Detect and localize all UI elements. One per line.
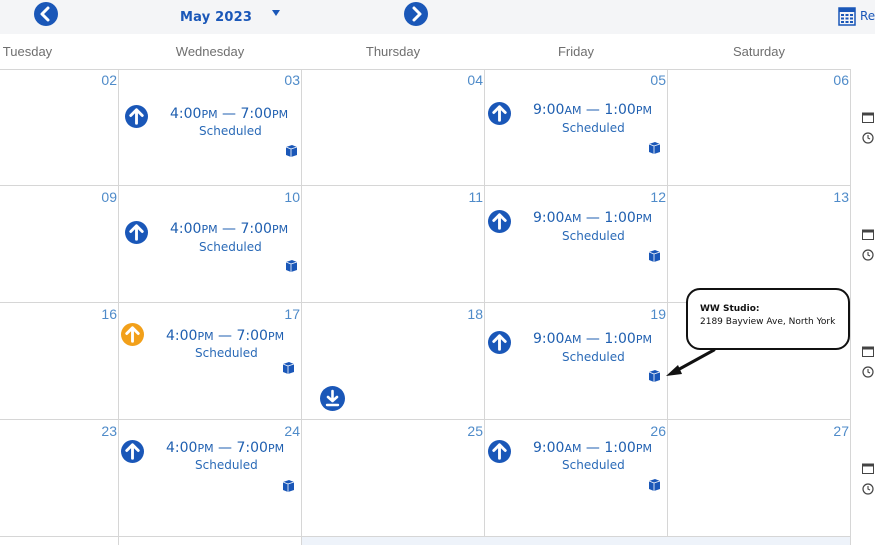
date-number: 11: [468, 189, 483, 205]
location-icon[interactable]: [648, 478, 661, 491]
location-icon[interactable]: [285, 144, 298, 157]
location-callout: WW Studio: 2189 Bayview Ave, North York: [686, 288, 850, 350]
event-time[interactable]: 4:00PM — 7:00PM: [166, 440, 284, 456]
event-status: Scheduled: [199, 124, 262, 138]
caret-down-icon: [272, 10, 280, 16]
event-status-button-warning[interactable]: [121, 323, 144, 346]
day-name-wednesday: Wednesday: [175, 44, 245, 59]
date-number: 12: [650, 189, 666, 205]
event-status-button[interactable]: [125, 221, 148, 244]
calendar-icon: [862, 112, 874, 123]
grid-line: [118, 69, 119, 545]
location-icon[interactable]: [285, 259, 298, 272]
top-right-label: Re: [860, 9, 875, 23]
event-status-button[interactable]: [488, 440, 511, 463]
next-month-button[interactable]: [404, 2, 428, 26]
calendar-icon: [862, 229, 874, 240]
arrow-up-icon: [129, 224, 144, 241]
clock-icon: [862, 249, 874, 261]
date-number: 26: [650, 423, 666, 439]
calendar-icon: [862, 463, 874, 474]
arrow-up-icon: [129, 108, 144, 125]
callout-address: 2189 Bayview Ave, North York: [700, 317, 836, 327]
clock-icon: [862, 483, 874, 495]
arrow-up-icon: [492, 443, 507, 460]
chevron-right-icon: [412, 6, 422, 22]
day-name-tuesday: Tuesday: [2, 44, 53, 59]
callout-title: WW Studio:: [700, 304, 760, 314]
next-week-row: [302, 537, 850, 545]
arrow-up-icon: [492, 105, 507, 122]
event-status: Scheduled: [199, 240, 262, 254]
calendar-icon: [862, 346, 874, 357]
chevron-left-icon: [40, 6, 50, 22]
date-number: 25: [467, 423, 483, 439]
grid-line: [0, 185, 850, 186]
location-icon[interactable]: [282, 479, 295, 492]
clock-icon: [862, 132, 874, 144]
grid-line: [667, 69, 668, 545]
calendar-grid-icon: [838, 7, 856, 26]
event-status: Scheduled: [562, 121, 625, 135]
grid-line: [850, 69, 851, 545]
date-number: 04: [467, 72, 483, 88]
date-number: 10: [284, 189, 300, 205]
event-status-button[interactable]: [125, 105, 148, 128]
download-button[interactable]: [320, 386, 345, 411]
date-number: 24: [284, 423, 300, 439]
grid-line: [301, 69, 302, 545]
arrow-up-icon: [125, 443, 140, 460]
arrow-up-icon: [125, 326, 140, 343]
event-status: Scheduled: [195, 346, 258, 360]
location-icon[interactable]: [648, 249, 661, 262]
event-status-button[interactable]: [121, 440, 144, 463]
arrow-up-icon: [492, 213, 507, 230]
clock-icon: [862, 366, 874, 378]
date-number: 06: [833, 72, 849, 88]
event-time[interactable]: 4:00PM — 7:00PM: [166, 328, 284, 344]
location-icon[interactable]: [282, 361, 295, 374]
date-number: 13: [833, 189, 849, 205]
grid-line: [0, 69, 850, 70]
event-time[interactable]: 9:00AM — 1:00PM: [533, 331, 652, 347]
event-time[interactable]: 9:00AM — 1:00PM: [533, 210, 652, 226]
date-number: 17: [284, 306, 300, 322]
event-status: Scheduled: [195, 458, 258, 472]
date-number: 16: [101, 306, 117, 322]
date-number: 18: [467, 306, 483, 322]
event-status-button[interactable]: [488, 331, 511, 354]
event-time[interactable]: 4:00PM — 7:00PM: [170, 221, 288, 237]
arrow-up-icon: [492, 334, 507, 351]
grid-line: [484, 69, 485, 545]
callout-arrow-icon: [666, 348, 716, 376]
previous-month-button[interactable]: [34, 2, 58, 26]
date-number: 05: [650, 72, 666, 88]
date-number: 03: [284, 72, 300, 88]
location-icon[interactable]: [648, 141, 661, 154]
date-number: 19: [650, 306, 666, 322]
arrow-down-icon: [325, 389, 340, 407]
date-number: 09: [101, 189, 117, 205]
day-name-friday: Friday: [557, 44, 595, 59]
day-name-thursday: Thursday: [365, 44, 421, 59]
month-select[interactable]: May 2023: [180, 6, 280, 26]
month-label: May 2023: [180, 10, 253, 25]
event-status-button[interactable]: [488, 210, 511, 233]
event-time[interactable]: 9:00AM — 1:00PM: [533, 102, 652, 118]
event-status: Scheduled: [562, 229, 625, 243]
grid-line: [0, 419, 850, 420]
event-status: Scheduled: [562, 458, 625, 472]
event-time[interactable]: 9:00AM — 1:00PM: [533, 440, 652, 456]
date-number: 02: [101, 72, 117, 88]
date-number: 23: [101, 423, 117, 439]
day-name-saturday: Saturday: [732, 44, 786, 59]
event-status: Scheduled: [562, 350, 625, 364]
calendar-header: May 2023 Re: [0, 0, 875, 34]
event-time[interactable]: 4:00PM — 7:00PM: [170, 106, 288, 122]
date-number: 27: [833, 423, 849, 439]
event-status-button[interactable]: [488, 102, 511, 125]
